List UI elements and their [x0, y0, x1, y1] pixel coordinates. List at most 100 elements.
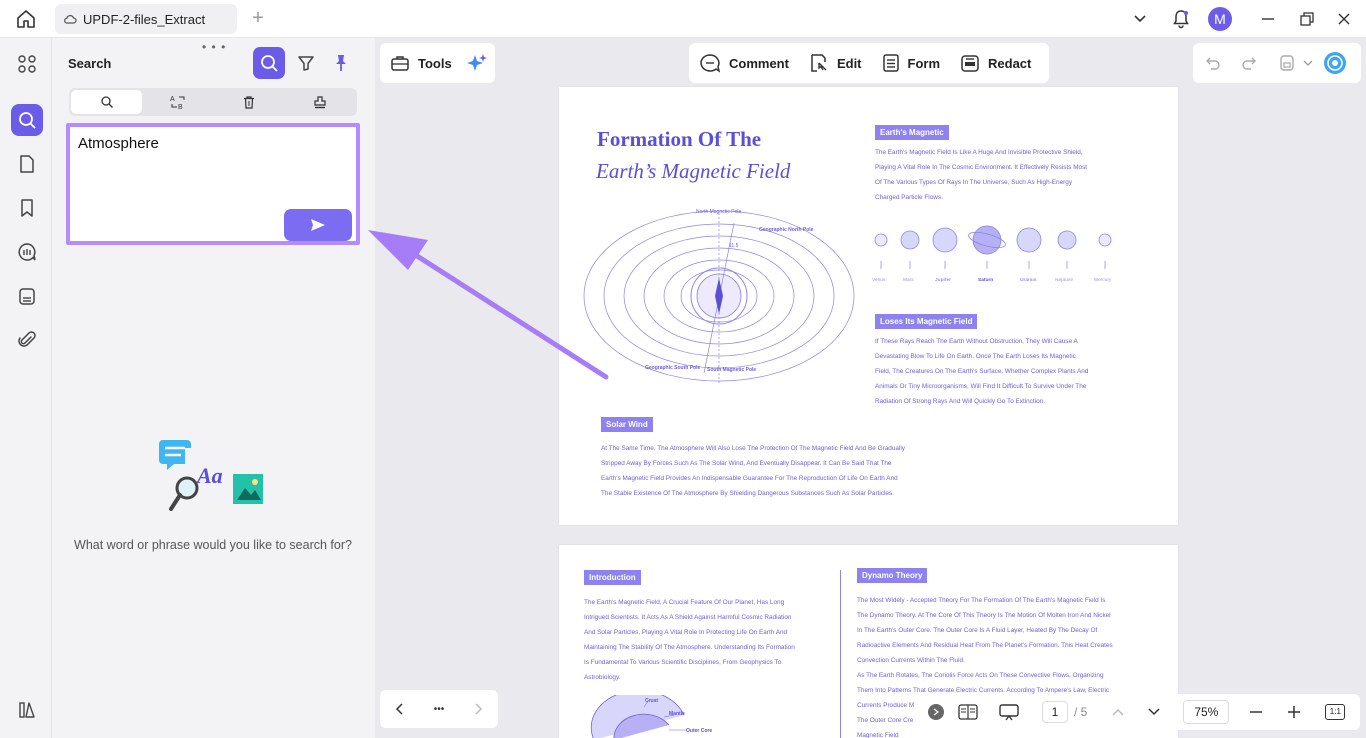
solar-wind-paragraph: At The Same Time, The Atmosphere Will Al…	[601, 445, 905, 497]
planet-label: Mercury	[1094, 278, 1112, 283]
earths-magnetic-paragraph: The Earth's Magnetic Field Is Like A Hug…	[875, 149, 1088, 201]
page-subtitle: Earth’s Magnetic Field	[596, 159, 791, 183]
chevron-left-icon[interactable]	[395, 702, 405, 716]
outer-core-label: Outer Core	[686, 728, 712, 734]
zoom-in-icon[interactable]	[1287, 705, 1301, 719]
actual-size-button[interactable]: 1:1	[1325, 704, 1346, 720]
panel-resize-grip[interactable]: • • •	[202, 40, 226, 54]
redo-icon[interactable]	[1241, 56, 1257, 70]
earth-layers-diagram: Crust Mantle Outer Core	[590, 695, 712, 738]
panel-title: Search	[68, 56, 112, 71]
thumbnails-icon[interactable]	[11, 48, 43, 80]
attachment-icon[interactable]	[11, 324, 43, 356]
chevron-down-icon[interactable]	[1303, 59, 1313, 67]
document-tab[interactable]: UPDF-2-files_Extract	[55, 4, 237, 34]
edit-button[interactable]: Edit	[809, 53, 862, 73]
svg-text:B: B	[178, 104, 183, 110]
search-input-box	[66, 123, 360, 245]
search-icon	[261, 55, 278, 72]
search-panel: • • • Search AB Aa	[52, 38, 374, 738]
redact-button[interactable]: Redact	[960, 53, 1031, 73]
search-empty-illustration: Aa	[159, 440, 263, 511]
send-icon	[311, 219, 325, 231]
current-page-input[interactable]: 1	[1042, 701, 1068, 723]
page-layout-icon[interactable]	[958, 704, 978, 720]
total-pages: / 5	[1074, 705, 1088, 719]
add-tab-button[interactable]: +	[249, 8, 267, 30]
edit-icon	[811, 54, 827, 72]
geographic-north-pole-label: Geographic North Pole	[759, 227, 814, 233]
geographic-south-pole-label: Geographic South Pole	[645, 365, 701, 371]
tools-group: Tools	[380, 43, 495, 83]
layers-icon[interactable]	[11, 694, 43, 726]
solar-wind-tag: Solar Wind	[601, 417, 653, 432]
title-bar: UPDF-2-files_Extract + M	[0, 0, 1366, 38]
home-icon[interactable]	[14, 8, 38, 30]
save-icon[interactable]	[1279, 54, 1295, 72]
filter-icon	[298, 56, 314, 71]
tab-search-text[interactable]	[71, 90, 142, 114]
zoom-level[interactable]: 75%	[1183, 700, 1230, 724]
pin-icon	[336, 55, 346, 71]
replace-icon: AB	[170, 96, 184, 110]
undo-icon[interactable]	[1205, 56, 1221, 70]
svg-text:A: A	[170, 96, 175, 103]
planet-label: Jupiter	[935, 278, 951, 283]
ai-assistant-icon[interactable]	[1323, 51, 1347, 75]
form-button[interactable]: Form	[882, 53, 940, 73]
search-icon	[100, 96, 113, 108]
column-divider	[840, 570, 841, 738]
tab-replace[interactable]: AB	[142, 90, 213, 114]
loses-magnetic-field-tag: Loses Its Magnetic Field	[875, 314, 978, 329]
close-button[interactable]	[1333, 0, 1355, 38]
magnetic-field-diagram: North Magnetic Pole Geographic North Pol…	[583, 209, 855, 383]
collapse-toolbar-button[interactable]	[928, 704, 944, 720]
ai-sparkle-icon[interactable]	[466, 52, 488, 74]
more-pages-button[interactable]: •••	[434, 704, 445, 715]
search-icon[interactable]	[11, 104, 43, 136]
chevron-right-icon[interactable]	[473, 702, 483, 716]
page-nav-bar: •••	[380, 690, 498, 728]
zoom-out-icon[interactable]	[1249, 705, 1263, 719]
chevron-down-icon[interactable]	[1128, 0, 1152, 38]
callout-arrow	[368, 230, 609, 380]
notification-bell-icon[interactable]	[1168, 0, 1194, 38]
minimize-button[interactable]	[1258, 0, 1278, 38]
tools-button[interactable]: Tools	[390, 54, 452, 72]
restore-button[interactable]	[1296, 0, 1318, 38]
page-title: Formation Of The	[597, 127, 762, 151]
earths-magnetic-tag: Earth's Magnetic	[875, 125, 949, 140]
south-magnetic-pole-label: South Magnetic Pole	[707, 367, 756, 373]
svg-text:Aa: Aa	[195, 463, 223, 488]
chevron-down-icon[interactable]	[1147, 707, 1161, 717]
bookmark-icon[interactable]	[11, 192, 43, 224]
mantle-label: Mantle	[669, 711, 685, 717]
search-type-tabs: AB	[69, 88, 357, 116]
presentation-icon[interactable]	[998, 703, 1020, 721]
planets-diagram	[874, 225, 1112, 269]
view-controls-bar: 1 / 5 75% 1:1	[922, 694, 1360, 730]
north-magnetic-pole-label: North Magnetic Pole	[696, 209, 742, 215]
introduction-tag: Introduction	[584, 570, 641, 585]
filter-button[interactable]	[290, 47, 322, 79]
chevron-up-icon[interactable]	[1111, 707, 1125, 717]
redact-icon	[961, 55, 979, 72]
left-rail	[0, 38, 52, 738]
pin-panel-button[interactable]	[325, 47, 357, 79]
search-input[interactable]	[78, 135, 338, 152]
stamp-icon	[313, 96, 326, 109]
trash-icon	[243, 96, 254, 109]
document-tab-label: UPDF-2-files_Extract	[83, 11, 206, 27]
comments-icon[interactable]	[11, 236, 43, 268]
user-avatar[interactable]: M	[1207, 0, 1233, 38]
tab-stamp-search[interactable]	[284, 90, 355, 114]
search-submit-button[interactable]	[284, 209, 352, 241]
stamp-icon[interactable]	[11, 280, 43, 312]
tab-redact-search[interactable]	[213, 90, 284, 114]
comment-button[interactable]: Comment	[699, 53, 789, 73]
history-toolbar	[1193, 43, 1361, 83]
page-icon[interactable]	[11, 148, 43, 180]
loses-magnetic-field-paragraph: If These Rays Reach The Earth Without Ob…	[875, 338, 1089, 405]
search-mode-button[interactable]	[253, 47, 285, 79]
planet-label: Neptune	[1055, 278, 1074, 283]
